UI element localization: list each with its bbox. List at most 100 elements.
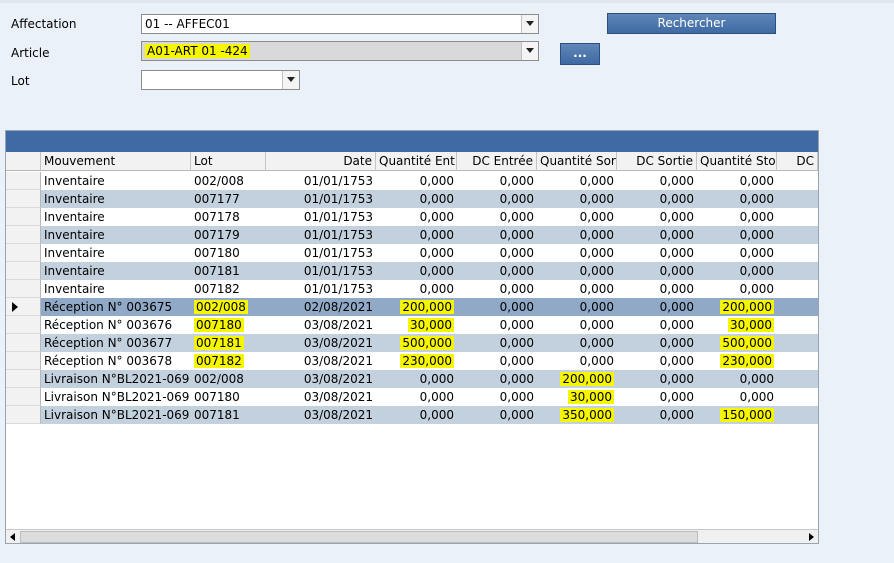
table-cell-qte-ent: 0,000 xyxy=(419,246,454,260)
table-cell-date: 02/08/2021 xyxy=(303,300,373,314)
row-header[interactable] xyxy=(6,262,41,280)
table-row[interactable]: Inventaire 002/008 01/01/1753 0,000 0,000 0,0… xyxy=(6,172,818,190)
column-header-dc-sor[interactable]: DC Sortie xyxy=(617,152,697,171)
table-row[interactable]: Inventaire 007179 01/01/1753 0,000 0,000 0,00… xyxy=(6,226,818,244)
table-cell-mouvement: Inventaire xyxy=(44,282,105,296)
chevron-down-icon[interactable] xyxy=(282,71,299,89)
table-cell-dc xyxy=(777,298,818,316)
table-cell-lot: 007182 xyxy=(194,282,240,296)
highlight-mark: 30,000 xyxy=(568,390,614,404)
column-header-qte-ent[interactable]: Quantité Ent xyxy=(376,152,457,171)
table-row[interactable]: Inventaire 007178 01/01/1753 0,000 0,000 0,00… xyxy=(6,208,818,226)
row-header[interactable] xyxy=(6,226,41,244)
table-cell-lot: 007180 xyxy=(194,390,240,404)
table-cell-lot: 007181 xyxy=(194,408,240,422)
highlight-mark: 230,000 xyxy=(400,354,454,368)
current-row-indicator[interactable] xyxy=(6,298,41,316)
table-row[interactable]: Réception N° 003678 007182 03/08/2021 230,0… xyxy=(6,352,818,370)
table-cell-dc-ent: 0,000 xyxy=(499,174,534,188)
column-header-qte-sor[interactable]: Quantité Sor xyxy=(537,152,617,171)
table-cell-qte-sto: 0,000 xyxy=(739,210,774,224)
column-header-dc[interactable]: DC xyxy=(777,152,818,171)
scrollbar-thumb[interactable] xyxy=(20,531,698,543)
highlight-mark: 350,000 xyxy=(560,408,614,422)
table-row[interactable]: Inventaire 007182 01/01/1753 0,000 0,000 0,00… xyxy=(6,280,818,298)
table-cell-date: 01/01/1753 xyxy=(303,282,373,296)
table-cell-qte-sto: 0,000 xyxy=(739,246,774,260)
table-cell-qte-ent: 0,000 xyxy=(419,264,454,278)
column-header-date[interactable]: Date xyxy=(266,152,376,171)
lot-select[interactable] xyxy=(141,70,300,90)
table-cell-qte-ent: 0,000 xyxy=(419,408,454,422)
table-cell-qte-sto: 500,000 xyxy=(697,334,777,352)
row-header[interactable] xyxy=(6,316,41,334)
table-row[interactable]: Livraison N°BL2021-069 007180 03/08/2021 0,… xyxy=(6,388,818,406)
table-cell-dc xyxy=(777,388,818,406)
browse-article-button[interactable]: ... xyxy=(560,43,600,65)
table-cell-mouvement: Réception N° 003676 xyxy=(44,318,173,332)
table-row[interactable]: Réception N° 003676 007180 03/08/2021 30,00… xyxy=(6,316,818,334)
chevron-down-icon[interactable] xyxy=(521,42,538,60)
horizontal-scrollbar[interactable] xyxy=(6,529,818,543)
table-cell-dc-sor: 0,000 xyxy=(659,336,694,350)
row-header[interactable] xyxy=(6,280,41,298)
table-cell-qte-sor: 0,000 xyxy=(579,354,614,368)
scroll-right-icon[interactable] xyxy=(804,531,818,543)
row-header[interactable] xyxy=(6,370,41,388)
table-cell-date: 03/08/2021 xyxy=(303,390,373,404)
table-cell-mouvement: Réception N° 003675 xyxy=(44,300,173,314)
table-cell-qte-sto: 0,000 xyxy=(739,228,774,242)
table-cell-qte-sto: 0,000 xyxy=(739,174,774,188)
table-row[interactable]: Réception N° 003677 007181 03/08/2021 500,0… xyxy=(6,334,818,352)
row-header[interactable] xyxy=(6,190,41,208)
table-cell-dc xyxy=(777,190,818,208)
table-row[interactable]: Livraison N°BL2021-069 002/008 03/08/2021 0… xyxy=(6,370,818,388)
article-select[interactable]: A01-ART 01 -424 xyxy=(141,41,539,61)
table-cell-mouvement: Livraison N°BL2021-069 xyxy=(44,372,190,386)
row-header[interactable] xyxy=(6,172,41,190)
table-row[interactable]: Inventaire 007177 01/01/1753 0,000 0,000 0,00… xyxy=(6,190,818,208)
table-cell-dc-sor: 0,000 xyxy=(659,318,694,332)
column-header-qte-sto[interactable]: Quantité Sto xyxy=(697,152,777,171)
table-cell-qte-sor: 0,000 xyxy=(579,174,614,188)
affectation-select[interactable]: 01 -- AFFEC01 xyxy=(141,14,539,34)
table-cell-lot: 007178 xyxy=(194,210,240,224)
table-row[interactable]: Livraison N°BL2021-069 007181 03/08/2021 0,… xyxy=(6,406,818,424)
table-cell-dc-ent: 0,000 xyxy=(499,336,534,350)
highlight-mark: 007181 xyxy=(194,336,244,350)
row-header[interactable] xyxy=(6,244,41,262)
table-cell-qte-ent: 0,000 xyxy=(419,390,454,404)
table-cell-dc-ent: 0,000 xyxy=(499,282,534,296)
row-header[interactable] xyxy=(6,208,41,226)
row-header[interactable] xyxy=(6,352,41,370)
table-cell-qte-sto: 200,000 xyxy=(697,298,777,316)
table-cell-qte-sor: 0,000 xyxy=(579,192,614,206)
highlight-mark: 007182 xyxy=(194,354,244,368)
table-row[interactable]: Réception N° 003675 002/008 02/08/2021 200,… xyxy=(6,298,818,316)
column-header-dc-ent[interactable]: DC Entrée xyxy=(457,152,537,171)
table-cell-qte-sor: 0,000 xyxy=(579,228,614,242)
table-cell-date: 03/08/2021 xyxy=(303,318,373,332)
table-cell-dc xyxy=(777,208,818,226)
table-cell-qte-sto: 0,000 xyxy=(739,390,774,404)
search-button[interactable]: Rechercher xyxy=(607,13,776,34)
table-row[interactable]: Inventaire 007181 01/01/1753 0,000 0,000 0,00… xyxy=(6,262,818,280)
highlight-mark: 30,000 xyxy=(408,318,454,332)
table-cell-date: 03/08/2021 xyxy=(303,408,373,422)
column-header-mouvement[interactable]: Mouvement xyxy=(41,152,191,171)
column-header-lot[interactable]: Lot xyxy=(191,152,266,171)
table-cell-date: 03/08/2021 xyxy=(303,336,373,350)
scroll-left-icon[interactable] xyxy=(6,531,20,543)
table-cell-dc-ent: 0,000 xyxy=(499,300,534,314)
table-cell-dc-sor: 0,000 xyxy=(659,390,694,404)
row-header[interactable] xyxy=(6,406,41,424)
row-header[interactable] xyxy=(6,334,41,352)
table-cell-dc-ent: 0,000 xyxy=(499,372,534,386)
table-cell-mouvement: Inventaire xyxy=(44,246,105,260)
table-cell-dc-sor: 0,000 xyxy=(659,228,694,242)
table-row[interactable]: Inventaire 007180 01/01/1753 0,000 0,000 0,00… xyxy=(6,244,818,262)
highlight-mark: 200,000 xyxy=(560,372,614,386)
chevron-down-icon[interactable] xyxy=(521,15,538,33)
row-header[interactable] xyxy=(6,388,41,406)
grid-header: Mouvement Lot Date Quantité Ent DC Entrée Qua… xyxy=(6,152,818,171)
